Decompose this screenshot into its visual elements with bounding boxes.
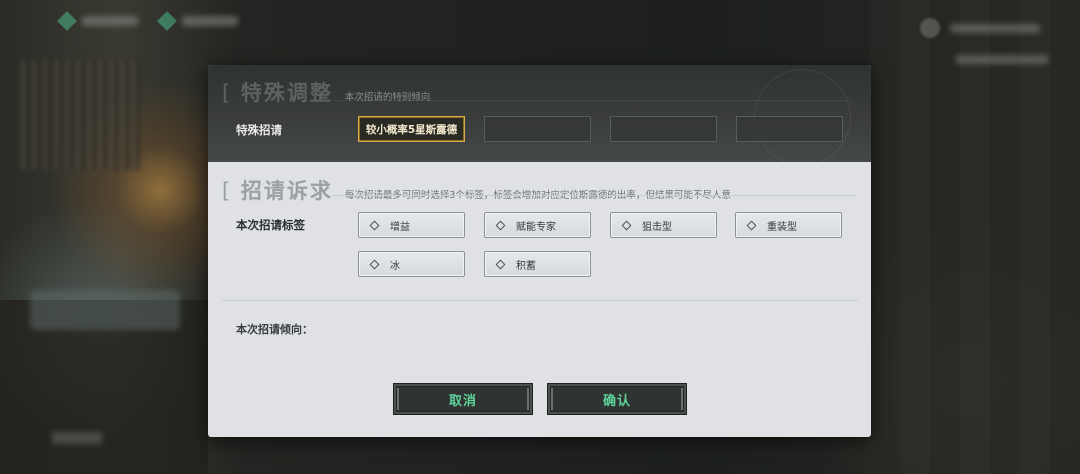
tag-button[interactable]: 冰 [358,251,465,277]
tag-label: 冰 [390,260,400,272]
tag-button[interactable]: 积蓄 [484,251,591,277]
tag-button[interactable]: 狙击型 [610,212,717,238]
recruit-appeal-heading: [ 招请诉求 每次招请最多可同时选择3个标签，标签会增加对应定位斯露德的出率，但… [222,175,731,205]
currency-icon [920,18,940,38]
diamond-outline-icon [369,220,380,230]
hud-currency[interactable] [920,18,1040,38]
recruit-settings-dialog: [ 特殊调整 本次招请的特别倾向 特殊招请 较小概率5星斯露德 [ 招请诉求 每… [208,65,871,437]
special-slot-2[interactable] [484,116,591,142]
hud-blurred-bottom-button[interactable] [52,432,102,444]
diamond-outline-icon [369,259,380,269]
hud-nav-item-2[interactable] [157,11,238,31]
tag-label: 积蓄 [516,260,536,272]
confirm-button[interactable]: 确认 [547,383,687,415]
diamond-outline-icon [495,259,506,269]
background-books [30,290,180,330]
special-slot-4[interactable] [736,116,843,142]
recruit-tendency-label: 本次招请倾向： [236,323,313,336]
background-right-panel [870,0,1080,474]
hud-blurred-label [82,16,138,26]
divider [332,100,852,101]
tag-button[interactable]: 增益 [358,212,465,238]
hud-blurred-label [182,16,238,26]
diamond-outline-icon [621,220,632,230]
hud-blurred-subtext [956,55,1048,64]
diamond-outline-icon [495,220,506,230]
special-adjust-heading: [ 特殊调整 本次招请的特别倾向 [222,77,430,107]
recruit-appeal-subtitle: 每次招请最多可同时选择3个标签，标签会增加对应定位斯露德的出率，但结果可能不尽人… [345,187,731,201]
special-recruit-label: 特殊招请 [236,123,282,137]
recruit-tags-label: 本次招请标签 [236,218,305,232]
tag-label: 狙击型 [642,221,672,233]
tag-button[interactable]: 赋能专家 [484,212,591,238]
tag-label: 增益 [390,221,410,233]
special-slot-3[interactable] [610,116,717,142]
hud-diamond-icon [57,11,77,31]
tag-button[interactable]: 重装型 [735,212,842,238]
hud-diamond-icon [157,11,177,31]
special-adjust-title: [ 特殊调整 [222,81,333,105]
special-slot-1[interactable]: 较小概率5星斯露德 [358,116,465,142]
divider [222,300,858,301]
hud-blurred-value [950,23,1040,33]
hud-nav-item-1[interactable] [57,11,138,31]
diamond-outline-icon [746,220,757,230]
tag-label: 重装型 [767,221,797,233]
background-shelf [20,60,140,170]
tag-label: 赋能专家 [516,221,556,233]
divider [332,195,856,196]
recruit-appeal-title: [ 招请诉求 [222,179,333,203]
cancel-button[interactable]: 取消 [393,383,533,415]
